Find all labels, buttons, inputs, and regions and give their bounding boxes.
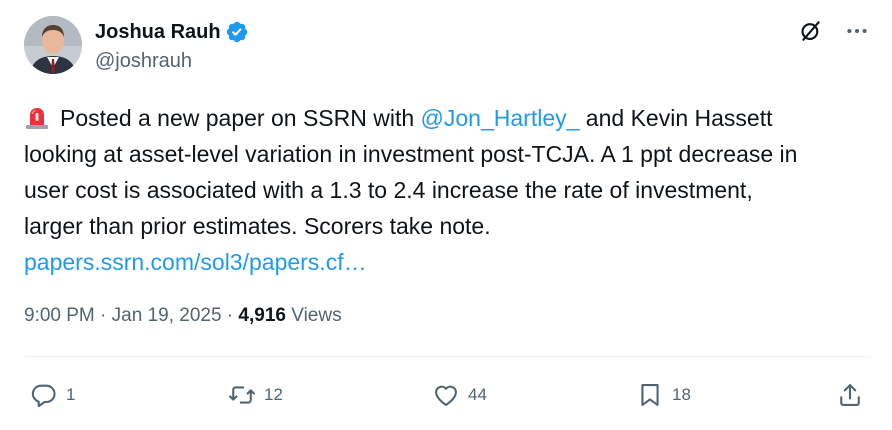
tweet-text-coauthor: and Kevin Hassett bbox=[579, 105, 773, 131]
like-button[interactable]: 44 bbox=[432, 380, 487, 410]
tweet-text-line-4: larger than prior estimates. Scorers tak… bbox=[24, 213, 491, 239]
meta-separator: · bbox=[221, 305, 239, 326]
grok-icon[interactable] bbox=[798, 18, 824, 44]
divider bbox=[24, 356, 870, 357]
reply-icon bbox=[31, 384, 56, 408]
avatar-image bbox=[24, 16, 82, 74]
tweet-text: Posted a new paper on SSRN with @Jon_Har… bbox=[24, 100, 874, 280]
verified-badge-icon[interactable] bbox=[225, 20, 249, 44]
reply-button[interactable]: 1 bbox=[30, 380, 75, 410]
mention-link[interactable]: @Jon_Hartley_ bbox=[421, 105, 580, 131]
bookmark-count: 18 bbox=[672, 385, 691, 404]
repost-button[interactable]: 12 bbox=[228, 380, 283, 410]
rotating-light-emoji-icon bbox=[26, 108, 48, 129]
share-button[interactable] bbox=[836, 380, 864, 410]
tweet-text-line-1: Posted a new paper on SSRN with @Jon_Har… bbox=[24, 100, 874, 136]
tweet-date[interactable]: Jan 19, 2025 bbox=[112, 305, 222, 326]
share-icon bbox=[840, 384, 860, 406]
views-count: 4,916 bbox=[238, 305, 286, 326]
bookmark-button[interactable]: 18 bbox=[636, 380, 691, 410]
views-label: Views bbox=[285, 305, 342, 326]
tweet-text-line-2: looking at asset-level variation in inve… bbox=[24, 141, 798, 167]
tweet-top-actions bbox=[798, 18, 870, 44]
bookmark-icon bbox=[641, 384, 659, 406]
tweet-meta: 9:00 PM · Jan 19, 2025 · 4,916 Views bbox=[24, 305, 342, 327]
repost-count: 12 bbox=[264, 385, 283, 404]
meta-separator: · bbox=[94, 305, 112, 326]
more-options-icon[interactable] bbox=[844, 18, 870, 44]
tweet-time[interactable]: 9:00 PM bbox=[24, 305, 95, 326]
tweet-text-line-3: user cost is associated with a 1.3 to 2.… bbox=[24, 177, 753, 203]
avatar[interactable] bbox=[24, 16, 82, 74]
author-handle[interactable]: @joshrauh bbox=[95, 50, 192, 73]
like-count: 44 bbox=[468, 385, 487, 404]
paper-link[interactable]: papers.ssrn.com/sol3/papers.cf… bbox=[24, 244, 874, 280]
repost-icon bbox=[229, 386, 255, 404]
tweet-text-intro: Posted a new paper on SSRN with bbox=[60, 105, 421, 131]
author-display-name[interactable]: Joshua Rauh bbox=[95, 21, 221, 44]
heart-icon bbox=[435, 385, 457, 406]
author-name-row: Joshua Rauh bbox=[95, 18, 249, 46]
reply-count: 1 bbox=[66, 385, 76, 404]
